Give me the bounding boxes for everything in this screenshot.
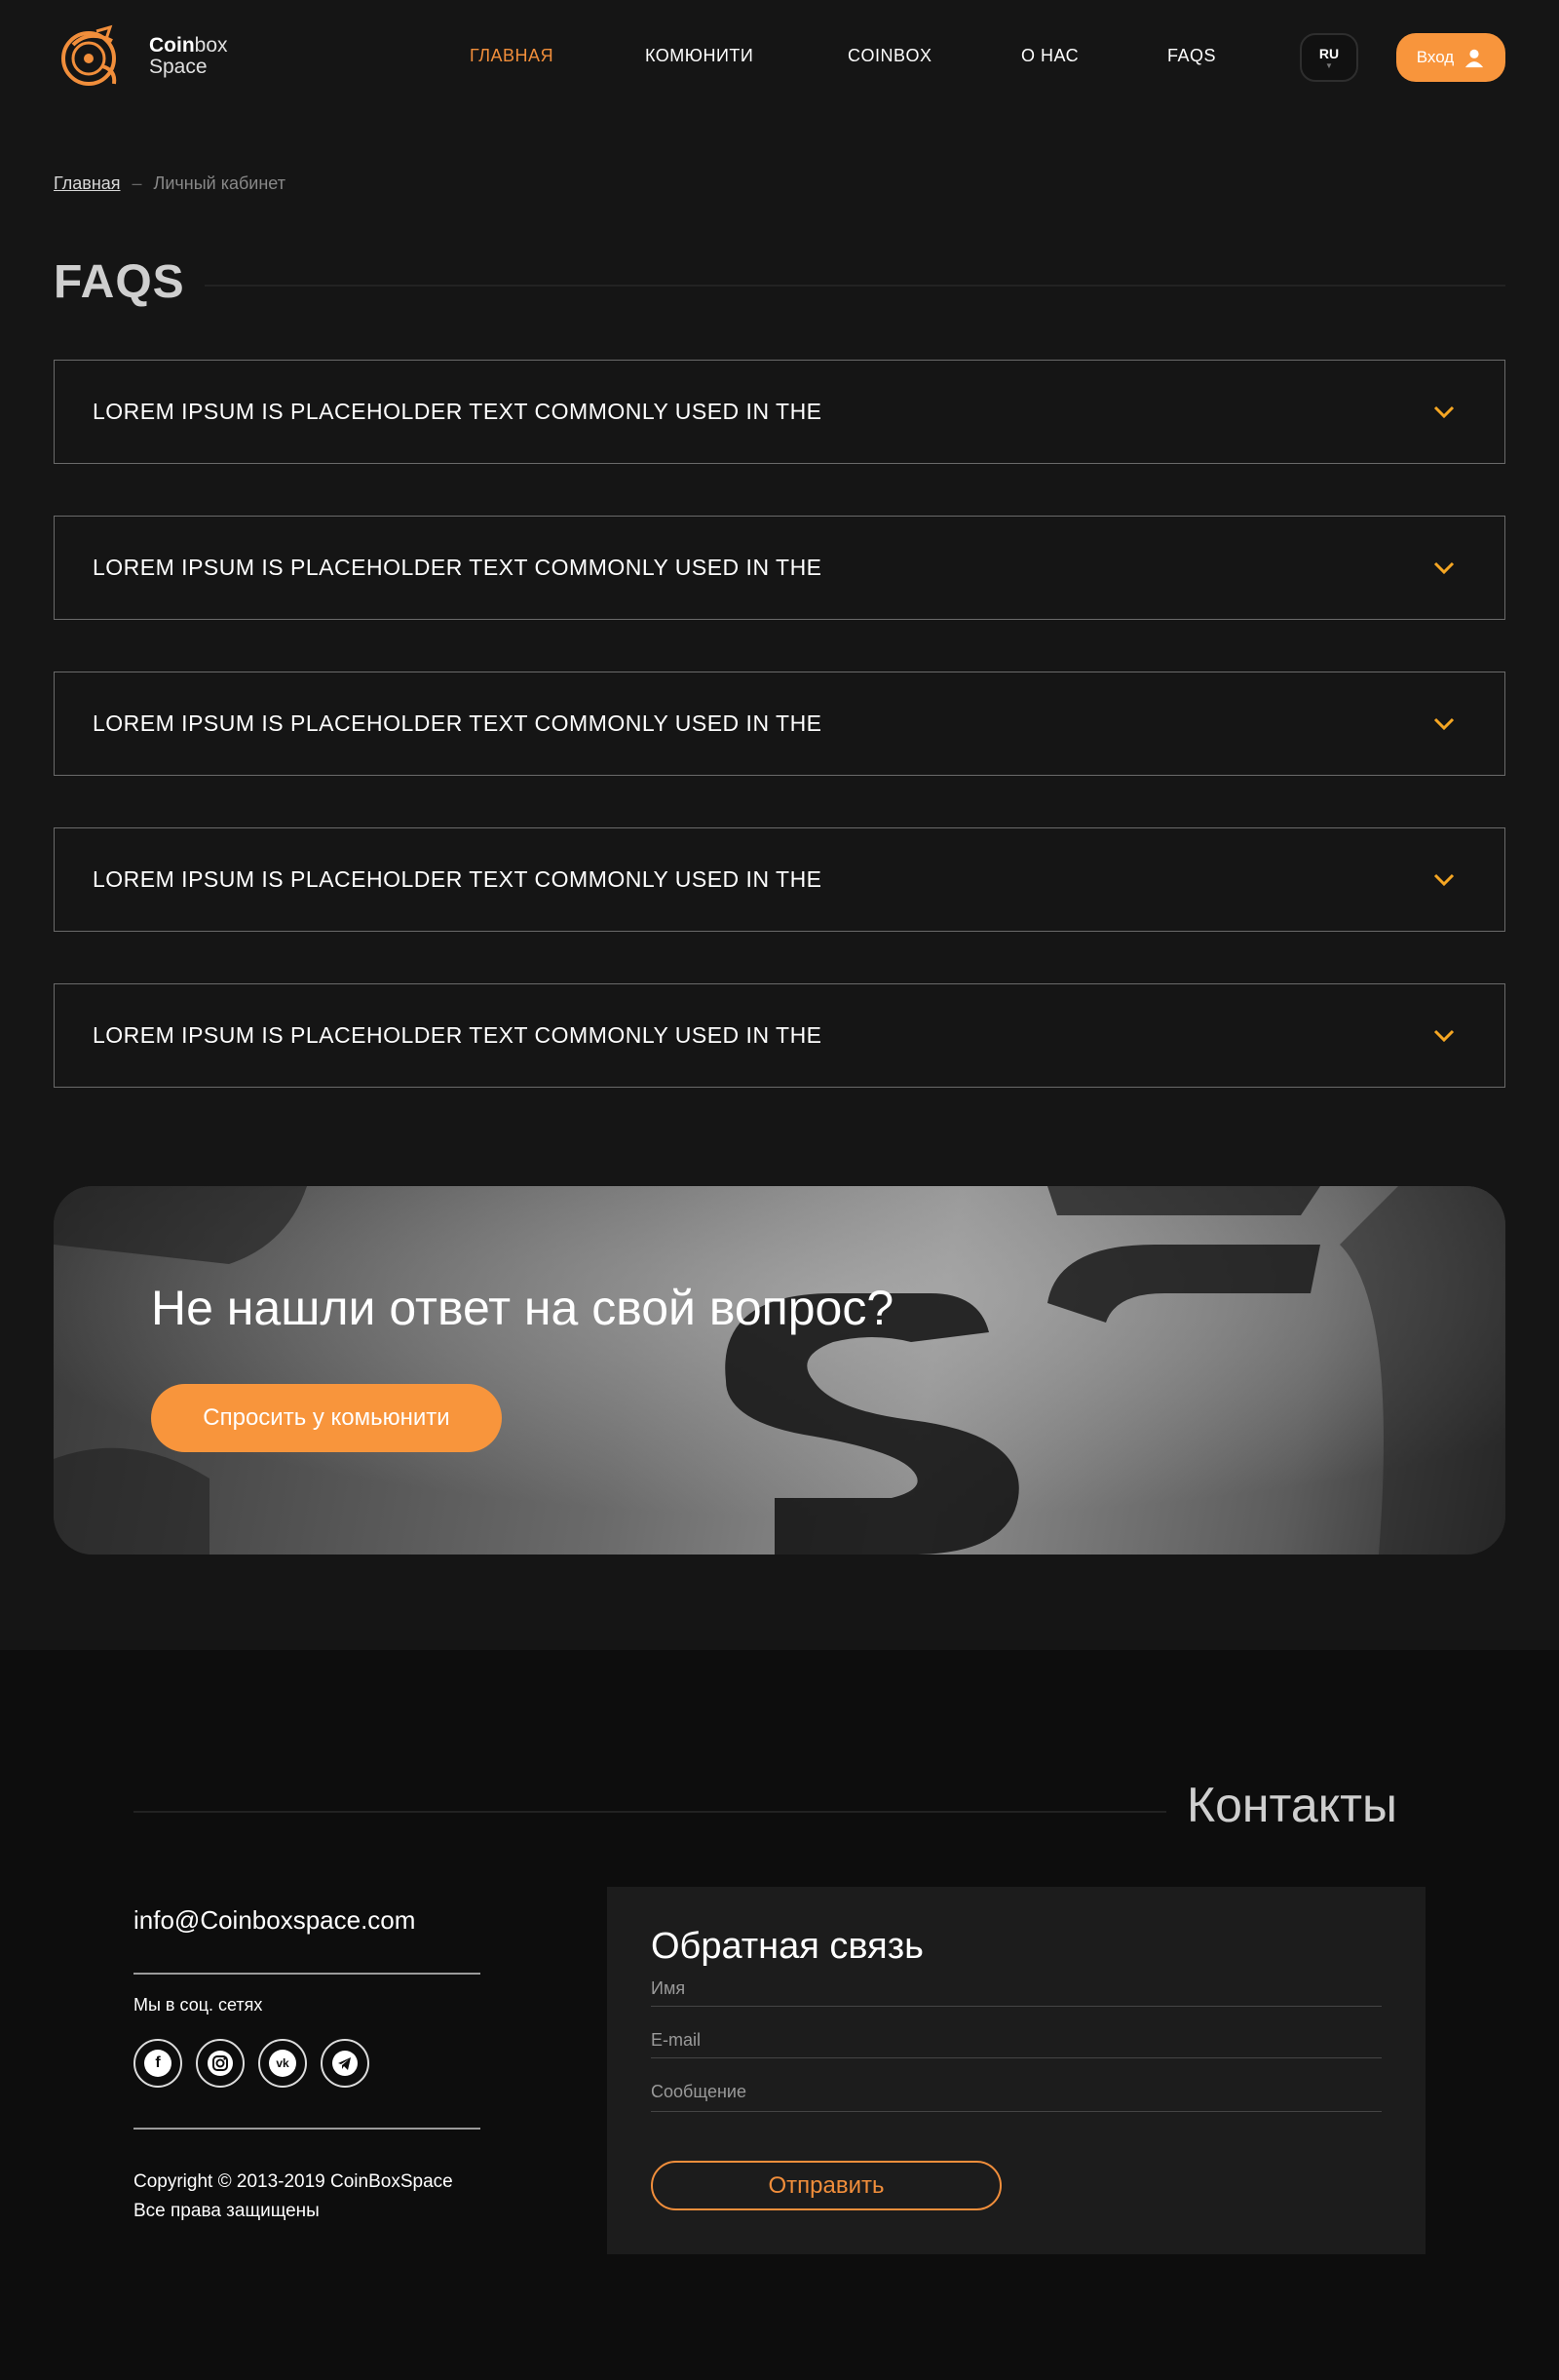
name-input[interactable]	[651, 1977, 1382, 2000]
nav-item-faqs[interactable]: FAQS	[1167, 46, 1216, 66]
chevron-down-icon	[1433, 873, 1455, 886]
chevron-down-icon	[1433, 1029, 1455, 1042]
user-icon	[1465, 49, 1484, 68]
instagram-link[interactable]	[196, 2039, 245, 2088]
faq-question: LOREM IPSUM IS PLACEHOLDER TEXT COMMONLY…	[93, 555, 822, 580]
footer-divider	[133, 1973, 480, 1975]
vk-link[interactable]: vk	[258, 2039, 307, 2088]
faq-item[interactable]: LOREM IPSUM IS PLACEHOLDER TEXT COMMONLY…	[54, 516, 1505, 620]
language-label: RU	[1318, 46, 1340, 61]
title-divider	[205, 285, 1505, 287]
nav-item-community[interactable]: КОМЮНИТИ	[645, 46, 753, 66]
facebook-link[interactable]: f	[133, 2039, 182, 2088]
instagram-icon	[208, 2051, 233, 2076]
submit-button[interactable]: Отправить	[651, 2161, 1002, 2210]
faq-question: LOREM IPSUM IS PLACEHOLDER TEXT COMMONLY…	[93, 866, 822, 892]
language-selector[interactable]: RU ▼	[1300, 33, 1358, 82]
chevron-down-icon	[1433, 717, 1455, 730]
contact-email[interactable]: info@Coinboxspace.com	[133, 1905, 415, 1936]
ask-community-button[interactable]: Спросить у комьюнити	[151, 1384, 502, 1452]
facebook-icon: f	[144, 2050, 171, 2077]
page-title: FAQS	[54, 256, 185, 308]
chevron-down-icon	[1433, 561, 1455, 574]
banner-background-image	[54, 1186, 1505, 1555]
login-button[interactable]: Вход	[1396, 33, 1505, 82]
message-field[interactable]	[651, 2075, 1382, 2112]
contacts-title: Контакты	[1187, 1778, 1397, 1832]
telegram-icon	[332, 2051, 358, 2076]
site-footer: Контакты info@Coinboxspace.com Мы в соц.…	[0, 1650, 1559, 2380]
help-banner: Не нашли ответ на свой вопрос? Спросить …	[54, 1186, 1505, 1555]
site-header: Coinbox Space ГЛАВНАЯ КОМЮНИТИ COINBOX О…	[0, 0, 1559, 117]
email-field[interactable]	[651, 2023, 1382, 2058]
contacts-divider	[133, 1811, 1166, 1813]
copyright: Copyright © 2013-2019 CoinBoxSpace Все п…	[133, 2168, 453, 2226]
form-title: Обратная связь	[651, 1926, 924, 1967]
email-input[interactable]	[651, 2028, 1382, 2052]
breadcrumb-current: Личный кабинет	[153, 173, 285, 193]
rights-line: Все права защищены	[133, 2201, 320, 2221]
breadcrumb-separator: –	[132, 173, 142, 193]
faq-item[interactable]: LOREM IPSUM IS PLACEHOLDER TEXT COMMONLY…	[54, 983, 1505, 1088]
faq-question: LOREM IPSUM IS PLACEHOLDER TEXT COMMONLY…	[93, 710, 822, 736]
chevron-down-icon: ▼	[1325, 61, 1333, 70]
faq-item[interactable]: LOREM IPSUM IS PLACEHOLDER TEXT COMMONLY…	[54, 672, 1505, 776]
copyright-line: Copyright © 2013-2019 CoinBoxSpace	[133, 2171, 453, 2192]
social-links: f vk	[133, 2039, 369, 2088]
chevron-down-icon	[1433, 405, 1455, 418]
faq-item[interactable]: LOREM IPSUM IS PLACEHOLDER TEXT COMMONLY…	[54, 360, 1505, 464]
login-label: Вход	[1416, 48, 1455, 66]
footer-divider	[133, 2128, 480, 2130]
vk-icon: vk	[269, 2050, 296, 2077]
message-input[interactable]	[651, 2082, 1382, 2105]
breadcrumb: Главная – Личный кабинет	[54, 173, 285, 194]
nav-item-home[interactable]: ГЛАВНАЯ	[470, 46, 553, 66]
breadcrumb-home[interactable]: Главная	[54, 173, 121, 194]
faq-question: LOREM IPSUM IS PLACEHOLDER TEXT COMMONLY…	[93, 1022, 822, 1048]
faq-question: LOREM IPSUM IS PLACEHOLDER TEXT COMMONLY…	[93, 399, 822, 424]
name-field[interactable]	[651, 1972, 1382, 2007]
banner-title: Не нашли ответ на свой вопрос?	[151, 1281, 894, 1335]
nav-item-coinbox[interactable]: COINBOX	[848, 46, 932, 66]
nav-item-about[interactable]: О НАС	[1021, 46, 1079, 66]
social-label: Мы в соц. сетях	[133, 1995, 263, 2015]
feedback-form: Обратная связь Отправить	[607, 1887, 1426, 2254]
faq-item[interactable]: LOREM IPSUM IS PLACEHOLDER TEXT COMMONLY…	[54, 827, 1505, 932]
telegram-link[interactable]	[321, 2039, 369, 2088]
